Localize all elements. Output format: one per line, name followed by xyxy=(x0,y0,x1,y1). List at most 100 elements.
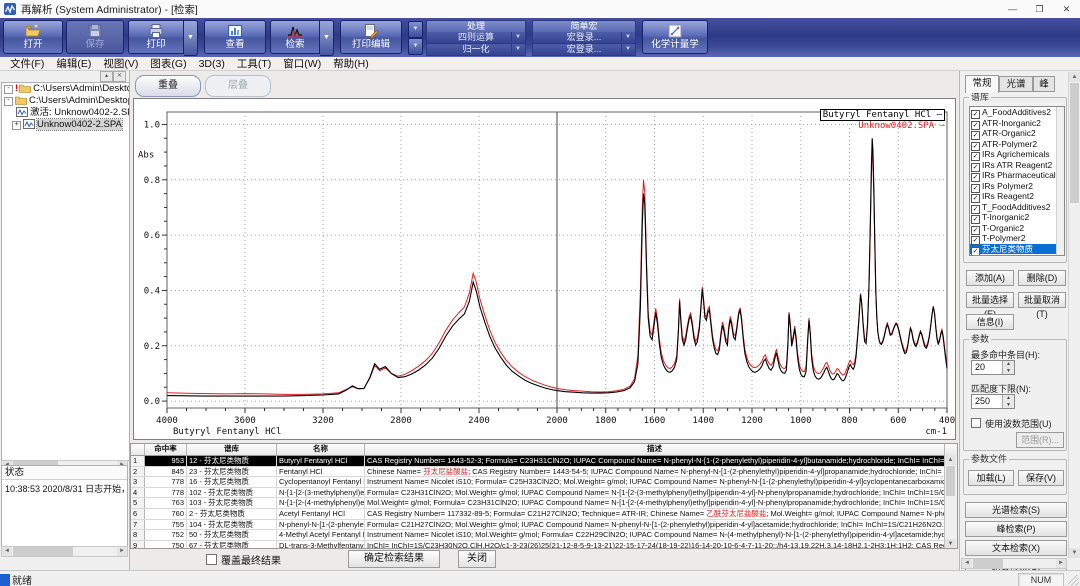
menu-item-7[interactable]: 帮助(H) xyxy=(327,57,375,71)
menu-item-2[interactable]: 视图(V) xyxy=(97,57,144,71)
library-item[interactable]: ✓T-Polymer2 xyxy=(970,233,1064,244)
table-row[interactable]: 875250 - 芬太尼类物质4-Methyl Acetyl Fentanyl … xyxy=(131,530,957,541)
table-row[interactable]: 67602 - 芬太尼类物质Acetyl Fentanyl HClCAS Reg… xyxy=(131,509,957,520)
spectrum-chart[interactable]: 4000360032002800240020001800160014001200… xyxy=(133,98,956,440)
toolbar-overflow-bottom[interactable]: ▼ xyxy=(408,38,423,55)
legend-unknown-entry[interactable]: Unknow0402.SPA — xyxy=(820,121,945,131)
table-row[interactable]: 5763103 - 芬太尼类物质N-[1-[2-(4-methylphenyl)… xyxy=(131,498,957,509)
print-dropdown-arrow[interactable]: ▼ xyxy=(184,20,198,56)
dock-close-button[interactable]: ✕ xyxy=(113,71,126,82)
print-button[interactable]: 打印 xyxy=(128,20,184,54)
overlay-view-button[interactable]: 重叠 xyxy=(135,75,201,97)
resize-grip[interactable] xyxy=(1068,575,1079,586)
normalize-dropdown[interactable]: 归一化▼ xyxy=(426,44,526,56)
scroll-left-icon[interactable]: ◄ xyxy=(2,547,12,556)
menu-item-6[interactable]: 窗口(W) xyxy=(277,57,327,71)
library-list[interactable]: ✓A_FoodAdditives2✓ATR-Inorganic2✓ATR-Org… xyxy=(969,106,1065,256)
confirm-results-button[interactable]: 确定检索结果 xyxy=(348,550,440,568)
close-button[interactable]: ✕ xyxy=(1053,0,1080,18)
menu-item-1[interactable]: 编辑(E) xyxy=(50,57,97,71)
table-row[interactable]: 7755104 - 芬太尼类物质N-phenyl-N-[1-(2-phenyle… xyxy=(131,520,957,531)
tree-collapse-icon[interactable]: - xyxy=(4,97,13,106)
max-hits-spinner[interactable]: 20 ▲▼ xyxy=(971,360,1015,375)
scrollbar-thumb[interactable] xyxy=(1070,83,1079,203)
scroll-down-icon[interactable]: ▼ xyxy=(945,539,956,549)
menu-item-3[interactable]: 图表(G) xyxy=(144,57,192,71)
scrollbar-thumb[interactable] xyxy=(13,547,73,556)
search-button[interactable]: 检索 xyxy=(270,20,320,54)
library-list-scrollbar[interactable] xyxy=(1056,107,1064,255)
legend-library-entry[interactable]: Butyryl Fentanyl HCl — xyxy=(820,109,945,121)
close-search-button[interactable]: 关闭 xyxy=(458,550,496,568)
library-item[interactable]: ✓T-Organic2 xyxy=(970,223,1064,234)
scroll-up-icon[interactable]: ▲ xyxy=(945,455,956,465)
menu-item-5[interactable]: 工具(T) xyxy=(231,57,277,71)
arithmetic-dropdown[interactable]: 四则运算▼ xyxy=(426,32,526,44)
toolbar-overflow-top[interactable]: ▼ xyxy=(408,21,423,38)
library-item[interactable]: ✓IRs Agrichemicals xyxy=(970,149,1064,160)
open-button[interactable]: 打开 xyxy=(3,20,63,54)
overwrite-checkbox-row[interactable]: 覆盖最终结果 xyxy=(206,552,281,567)
add-button[interactable]: 添加(A) xyxy=(966,270,1014,286)
search-dropdown-arrow[interactable]: ▼ xyxy=(320,20,334,56)
table-row[interactable]: 975067 - 芬太尼类物质DL-trans-3-Methylfentanyl… xyxy=(131,541,957,549)
library-item[interactable]: ✓IRs Reagent2 xyxy=(970,191,1064,202)
info-button[interactable]: 信息(I) xyxy=(966,314,1014,330)
scroll-down-icon[interactable]: ▼ xyxy=(1069,548,1080,558)
save-params-button[interactable]: 保存(V) xyxy=(1018,470,1064,486)
library-item[interactable]: ✓ATR-Inorganic2 xyxy=(970,118,1064,129)
scroll-right-icon[interactable]: ► xyxy=(117,547,127,556)
macro-record-dropdown-1[interactable]: 宏登录...▼ xyxy=(532,32,636,44)
tree-item-spectrum[interactable]: +Unknow0402-2.SPA xyxy=(2,119,129,131)
table-vertical-scrollbar[interactable]: ▲▼ xyxy=(944,455,957,549)
library-item[interactable]: ✓T-Inorganic2 xyxy=(970,212,1064,223)
tree-collapse-icon[interactable]: - xyxy=(4,85,13,94)
scroll-right-icon[interactable]: ► xyxy=(1056,559,1066,568)
tab-general[interactable]: 常规 xyxy=(965,75,999,93)
tree-expand-icon[interactable]: + xyxy=(12,121,21,130)
library-item[interactable]: ✓IRs Pharmaceuticals xyxy=(970,170,1064,181)
library-item[interactable]: ✓芬太尼类物质 xyxy=(970,244,1064,255)
table-row[interactable]: 4778102 - 芬太尼类物质N-[1-[2-(3-methylphenyl)… xyxy=(131,488,957,499)
dock-pin-button[interactable]: ▴ xyxy=(100,71,113,82)
tree-item-root2[interactable]: -C:\Users\Admin\Desktop\U xyxy=(2,95,129,107)
status-panel-scrollbar[interactable]: ◄ ► xyxy=(1,546,128,557)
library-item[interactable]: ✓ATR-Organic2 xyxy=(970,128,1064,139)
tree-item-root1[interactable]: -!C:\Users\Admin\Desktop xyxy=(2,83,129,95)
min-match-spinner[interactable]: 250 ▲▼ xyxy=(971,394,1015,409)
library-item[interactable]: ✓IRs Polymer2 xyxy=(970,181,1064,192)
view-button[interactable]: 查看 xyxy=(204,20,266,54)
library-item[interactable]: ✓IRs ATR Reagent2 xyxy=(970,160,1064,171)
minimize-button[interactable]: — xyxy=(999,0,1026,18)
load-params-button[interactable]: 加载(L) xyxy=(968,470,1014,486)
library-item[interactable]: ✓ATR-Polymer2 xyxy=(970,139,1064,150)
menu-item-4[interactable]: 3D(3) xyxy=(193,57,231,71)
batch-cancel-button[interactable]: 批量取消(T) xyxy=(1018,292,1066,308)
library-item[interactable]: ✓A_FoodAdditives2 xyxy=(970,107,1064,118)
table-row[interactable]: 377816 - 芬太尼类物质Cyclopentanoyl Fentanyl H… xyxy=(131,477,957,488)
overwrite-checkbox[interactable] xyxy=(206,554,217,565)
tree-item-active-spectrum[interactable]: 激活: Unknow0402-2.SPA xyxy=(2,107,129,119)
tab-peak[interactable]: 峰 xyxy=(1033,76,1055,92)
maximize-button[interactable]: ❐ xyxy=(1026,0,1053,18)
delete-button[interactable]: 删除(D) xyxy=(1018,270,1066,286)
scrollbar-thumb[interactable] xyxy=(946,466,955,496)
scroll-up-icon[interactable]: ▲ xyxy=(1069,72,1080,82)
scroll-left-icon[interactable]: ◄ xyxy=(962,559,972,568)
tab-spectrum[interactable]: 光谱 xyxy=(999,76,1033,92)
peak-search-button[interactable]: 峰检索(P) xyxy=(965,521,1067,537)
spin-down-icon[interactable]: ▼ xyxy=(1003,402,1014,409)
print-edit-button[interactable]: 打印编辑 xyxy=(340,20,402,54)
spin-down-icon[interactable]: ▼ xyxy=(1003,368,1014,375)
macro-record-dropdown-2[interactable]: 宏登录...▼ xyxy=(532,44,636,56)
chemometrics-button[interactable]: 化学计量学 xyxy=(642,20,708,54)
library-item[interactable]: ✓T_FoodAdditives2 xyxy=(970,202,1064,213)
batch-select-button[interactable]: 批量选择(E) xyxy=(966,292,1014,308)
panel-vertical-scrollbar[interactable]: ▲ ▼ xyxy=(1068,72,1079,558)
spectrum-search-button[interactable]: 光谱检索(S) xyxy=(965,502,1067,518)
text-search-button[interactable]: 文本检索(X) xyxy=(965,540,1067,556)
table-row[interactable]: 195312 - 芬太尼类物质Butyryl Fentanyl HClCAS R… xyxy=(131,456,957,467)
use-range-checkbox-row[interactable]: 使用波数范围(U) xyxy=(971,417,1052,430)
table-row[interactable]: 284523 - 芬太尼类物质Fentanyl HClChinese Name=… xyxy=(131,467,957,478)
use-range-checkbox[interactable] xyxy=(971,418,981,428)
